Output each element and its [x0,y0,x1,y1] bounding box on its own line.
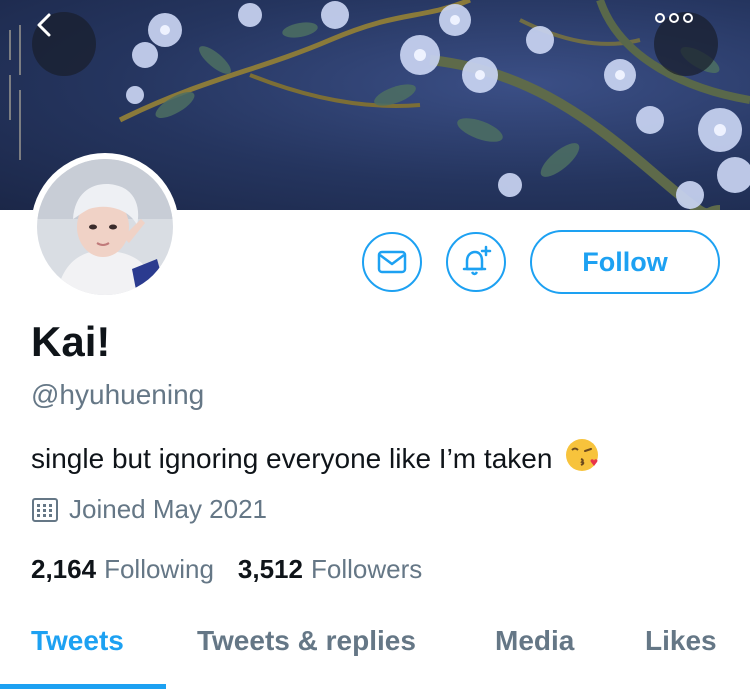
active-tab-indicator [0,684,166,689]
back-button[interactable] [32,12,96,76]
joined-date: Joined May 2021 [31,494,267,525]
chevron-left-icon [37,13,51,37]
more-horizontal-icon [655,13,693,23]
tab-tweets-and-replies[interactable]: Tweets & replies [197,625,416,657]
followers-count: 3,512 [237,554,303,584]
kissing-face-emoji-icon [564,437,600,480]
calendar-icon [32,497,58,522]
tab-media[interactable]: Media [495,625,574,657]
follow-stats: 2,164 Following 3,512 Followers [31,554,422,585]
bio-text: single but ignoring everyone like I’m ta… [31,442,553,474]
follow-button[interactable]: Follow [530,230,720,294]
profile-avatar[interactable] [31,153,179,301]
display-name: Kai! [31,318,111,365]
avatar-photo [37,159,173,295]
profile-bio: single but ignoring everyone like I’m ta… [31,437,600,480]
tab-likes[interactable]: Likes [645,625,717,657]
bell-plus-icon [462,245,492,276]
tab-tweets[interactable]: Tweets [31,625,124,657]
user-handle: @hyuhuening [31,379,205,410]
message-button[interactable] [362,232,422,292]
followers-label: Followers [310,554,423,584]
joined-text: Joined May 2021 [69,494,268,524]
notifications-button[interactable] [446,232,506,292]
following-label: Following [104,554,214,584]
following-link[interactable]: 2,164 Following [31,554,214,585]
more-options-button[interactable] [654,12,718,76]
mail-icon [377,250,407,274]
following-count: 2,164 [31,554,97,584]
followers-link[interactable]: 3,512 Followers [238,554,422,585]
